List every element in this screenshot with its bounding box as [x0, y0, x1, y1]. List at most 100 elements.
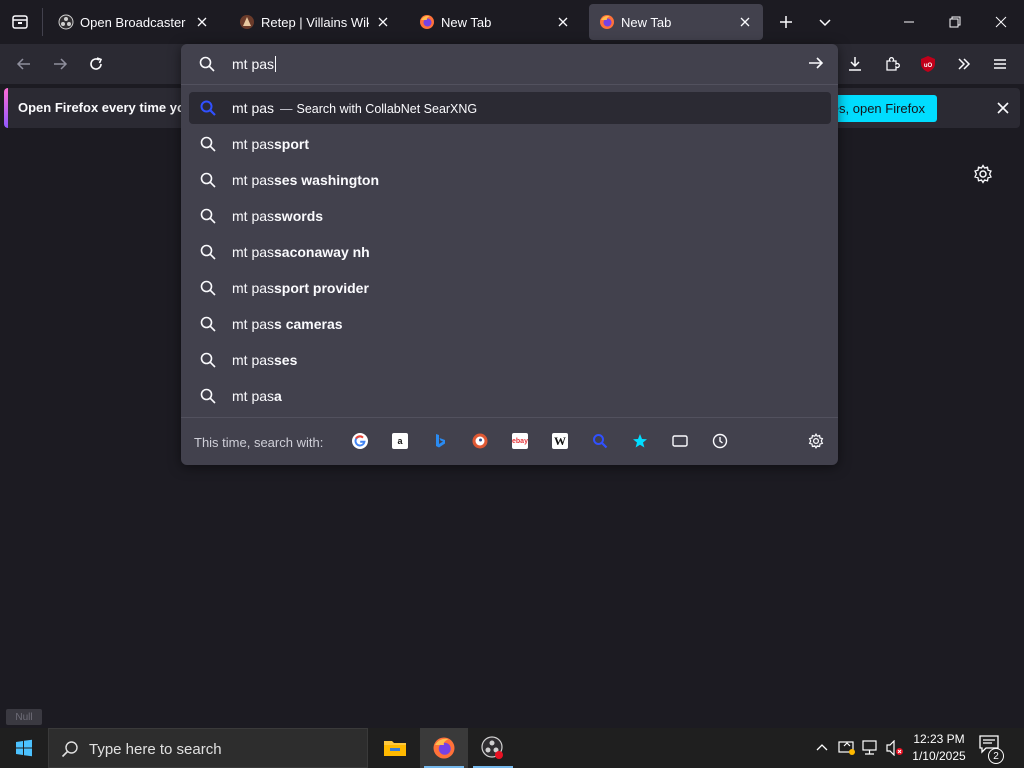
suggestion-completion: sport provider: [274, 280, 369, 296]
back-button[interactable]: [10, 50, 38, 78]
new-tab-settings-button[interactable]: [973, 164, 993, 184]
engine-wikipedia[interactable]: W: [551, 432, 569, 450]
tab-title: New Tab: [441, 14, 492, 30]
search-suggestion[interactable]: mt passport provider: [189, 272, 831, 304]
tooltip: Null: [6, 709, 42, 725]
overflow-menu-button[interactable]: [950, 50, 978, 78]
notification-count-badge: 2: [988, 748, 1004, 764]
tab-new-active[interactable]: New Tab: [589, 4, 763, 40]
urlbar-dropdown: mt pas mt pas — Search with CollabNet Sear…: [181, 44, 838, 465]
start-button[interactable]: [0, 728, 48, 768]
arrow-right-icon[interactable]: [807, 54, 825, 72]
taskbar-search-placeholder: Type here to search: [89, 741, 222, 758]
search-suggestion[interactable]: mt passwords: [189, 200, 831, 232]
amazon-icon: a: [392, 433, 408, 449]
engine-ebay[interactable]: ebay: [511, 432, 529, 450]
engine-duckduckgo[interactable]: [471, 432, 489, 450]
result-separator: —: [280, 102, 293, 116]
search-suggestion[interactable]: mt passaconaway nh: [189, 236, 831, 268]
suggestion-text: mt passes washington: [232, 172, 379, 188]
search-suggestion[interactable]: mt passport: [189, 128, 831, 160]
urlbar-input-value: mt pas: [232, 56, 275, 72]
tab-title: Retep | Villains Wiki | Fandom: [261, 14, 369, 30]
downloads-button[interactable]: [841, 50, 869, 78]
engine-google[interactable]: [351, 432, 369, 450]
restore-icon: [949, 16, 961, 28]
search-bookmarks-button[interactable]: [631, 432, 649, 450]
heuristic-search-result[interactable]: mt pas — Search with CollabNet SearXNG: [189, 92, 831, 124]
engine-bing[interactable]: [431, 432, 449, 450]
close-icon[interactable]: [737, 14, 753, 30]
text-caret: [275, 56, 277, 72]
show-hidden-icons-button[interactable]: [812, 728, 832, 768]
new-tab-button[interactable]: [773, 8, 799, 36]
engine-amazon[interactable]: a: [391, 432, 409, 450]
suggestion-completion: a: [274, 388, 282, 404]
tray-volume[interactable]: [884, 728, 906, 768]
search-settings-button[interactable]: [807, 432, 825, 450]
download-icon: [849, 57, 861, 71]
search-icon: [200, 208, 216, 224]
urlbar-input[interactable]: mt pas: [232, 56, 277, 72]
reload-button[interactable]: [82, 50, 110, 78]
result-action: Search with CollabNet SearXNG: [296, 102, 478, 116]
urlbar-input-row[interactable]: mt pas: [181, 44, 838, 84]
taskbar-clock[interactable]: 12:23 PM 1/10/2025: [906, 731, 972, 765]
search-icon: [200, 172, 216, 188]
forward-button[interactable]: [46, 50, 74, 78]
minimize-icon: [904, 21, 914, 23]
suggestion-text: mt pass cameras: [232, 316, 343, 332]
clock-icon: [712, 433, 728, 449]
suggestion-prefix: mt pas: [232, 352, 275, 368]
search-suggestion[interactable]: mt pass cameras: [189, 308, 831, 340]
ublock-icon: uO: [921, 56, 935, 72]
taskbar-search-box[interactable]: Type here to search: [48, 728, 368, 768]
search-history-button[interactable]: [711, 432, 729, 450]
ublock-button[interactable]: uO: [914, 50, 942, 78]
security-icon: [838, 741, 855, 755]
result-text: mt pas — Search with CollabNet SearXNG: [232, 100, 477, 116]
tray-security[interactable]: [836, 728, 858, 768]
extensions-button[interactable]: [878, 50, 906, 78]
firefox-icon: [433, 737, 455, 759]
chevron-double-right-icon: [958, 58, 971, 70]
notification-message: Open Firefox every time you: [18, 100, 193, 115]
close-icon[interactable]: [555, 14, 571, 30]
suggestion-completion: ses: [274, 352, 298, 368]
notification-close-button[interactable]: [992, 97, 1014, 119]
close-window-button[interactable]: [978, 0, 1024, 44]
firefox-icon: [600, 15, 614, 29]
suggestion-prefix: mt pas: [232, 388, 275, 404]
app-menu-button[interactable]: [986, 50, 1014, 78]
list-all-tabs-button[interactable]: [812, 8, 838, 36]
minimize-button[interactable]: [886, 0, 932, 44]
taskbar-file-explorer[interactable]: [371, 728, 419, 768]
suggestion-prefix: mt pas: [232, 316, 275, 332]
bing-icon: [436, 434, 445, 448]
search-suggestion[interactable]: mt passes washington: [189, 164, 831, 196]
close-icon[interactable]: [194, 14, 210, 30]
close-icon[interactable]: [375, 14, 391, 30]
close-icon: [995, 16, 1007, 28]
taskbar-obs[interactable]: [469, 728, 517, 768]
clock-date: 1/10/2025: [912, 749, 966, 763]
suggestion-text: mt passes: [232, 352, 297, 368]
firefox-view-button[interactable]: [6, 8, 34, 36]
one-off-search-buttons: This time, search with: a ebay W: [181, 418, 838, 465]
tab-retep[interactable]: Retep | Villains Wiki | Fandom: [229, 4, 401, 40]
suggestion-text: mt passport provider: [232, 280, 369, 296]
engine-searxng[interactable]: [591, 432, 609, 450]
tray-network[interactable]: [860, 728, 882, 768]
search-tabs-button[interactable]: [671, 432, 689, 450]
action-center-button[interactable]: 2: [978, 734, 1008, 764]
fandom-icon: [240, 15, 254, 29]
tab-obs[interactable]: Open Broadcaster Software: [48, 4, 220, 40]
search-icon: [200, 388, 216, 404]
search-suggestion[interactable]: mt pasa: [189, 380, 831, 412]
taskbar-firefox[interactable]: [420, 728, 468, 768]
gear-icon: [974, 164, 992, 184]
search-suggestion[interactable]: mt passes: [189, 344, 831, 376]
duckduckgo-icon: [472, 433, 488, 449]
restore-button[interactable]: [932, 0, 978, 44]
tab-new-1[interactable]: New Tab: [409, 4, 581, 40]
